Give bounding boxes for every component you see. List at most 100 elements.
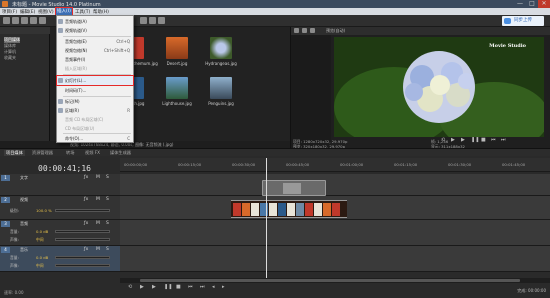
- menu-item-audio-envelope[interactable]: 音频包络(E) Ctrl+Q: [57, 37, 133, 46]
- close-button[interactable]: ✕: [538, 0, 550, 8]
- track-volume-slider[interactable]: [55, 230, 110, 233]
- track-mute-button[interactable]: M: [96, 175, 100, 180]
- thumbnail-image[interactable]: [166, 77, 188, 99]
- loop-icon[interactable]: ⟲: [128, 284, 132, 290]
- timeline-scrollbar[interactable]: [120, 278, 550, 283]
- menu-item-audio-cd-region[interactable]: 音频 CD 布局区域(C): [57, 115, 133, 124]
- track-solo-button[interactable]: S: [106, 175, 109, 180]
- menu-item-video-track[interactable]: 视频轨道(V): [57, 26, 133, 35]
- title-bar: 未标题 - Movie Studio 14.0 Platinum — □ ✕: [0, 0, 550, 8]
- cut-icon[interactable]: [149, 17, 156, 24]
- undo-icon[interactable]: [39, 17, 46, 24]
- stop-icon[interactable]: ■: [176, 284, 181, 290]
- track-name[interactable]: 音频: [20, 221, 28, 227]
- thumbnail-image[interactable]: [210, 77, 232, 99]
- track-header-text[interactable]: 1 文字 ƒx M S: [0, 174, 120, 196]
- copy-icon[interactable]: [158, 17, 165, 24]
- menu-item-command[interactable]: 命令(O)... C: [57, 134, 133, 143]
- track-pan-slider[interactable]: [55, 264, 110, 267]
- menu-item-cd-region[interactable]: CD 布局区域(U): [57, 124, 133, 133]
- track-fx-icon[interactable]: ƒx: [84, 247, 88, 252]
- track-volume-slider[interactable]: [55, 256, 110, 259]
- preview-pause-icon[interactable]: ❚❚: [471, 137, 479, 143]
- thumbnail-image[interactable]: [166, 37, 188, 59]
- open-folder-icon[interactable]: [12, 17, 19, 24]
- track-lane-text[interactable]: [120, 174, 550, 196]
- go-end-icon[interactable]: ⏭: [200, 284, 205, 290]
- preview-next-icon[interactable]: ⏭: [501, 137, 507, 143]
- preview-prev-icon[interactable]: ⏮: [491, 137, 497, 143]
- track-number: 2: [1, 197, 10, 203]
- track-name[interactable]: 文字: [20, 175, 28, 181]
- playhead-cursor[interactable]: [266, 158, 267, 278]
- preview-overlay-icon[interactable]: [310, 28, 315, 33]
- media-status-text: 视频: 1024x768x24, 静态, 0.00s; 图像: 无音频流 (.j…: [0, 141, 290, 148]
- preview-split-icon[interactable]: [302, 28, 307, 33]
- timeline-ruler[interactable]: 00:00:00;00 00:00:15;00 00:00:30;00 00:0…: [120, 158, 550, 172]
- text-clip[interactable]: [262, 180, 326, 196]
- go-start-icon[interactable]: ⏮: [188, 284, 193, 290]
- pan-value: 中间: [36, 263, 44, 268]
- menu-item-label: CD 布局区域(U): [65, 126, 95, 131]
- menu-item-label: 音频包络(E): [65, 39, 87, 44]
- track-name[interactable]: 音乐: [20, 247, 28, 253]
- play-from-start-icon[interactable]: ▶: [140, 284, 144, 290]
- track-solo-button[interactable]: S: [106, 221, 109, 226]
- pause-icon[interactable]: ❚❚: [164, 284, 172, 290]
- track-fx-icon[interactable]: ƒx: [84, 175, 88, 180]
- track-level-label: 级别: 100.0 %: [10, 208, 52, 214]
- slideshow-video-clip[interactable]: [231, 200, 347, 218]
- new-project-icon[interactable]: [3, 17, 10, 24]
- render-icon[interactable]: [30, 17, 37, 24]
- redo-icon[interactable]: [140, 17, 147, 24]
- cloud-sync-button[interactable]: 同步上传: [502, 16, 544, 26]
- minimize-button[interactable]: —: [514, 0, 526, 8]
- menu-item-label: 插入区域(R): [65, 66, 87, 71]
- thumbnail-image[interactable]: [210, 37, 232, 59]
- track-level-slider[interactable]: [55, 209, 110, 212]
- track-fx-icon[interactable]: ƒx: [84, 221, 88, 226]
- next-frame-icon[interactable]: ▸: [222, 284, 225, 290]
- preview-settings-icon[interactable]: [294, 28, 299, 33]
- track-pan-label: 声像: 中间: [10, 237, 44, 243]
- menu-item-audio-event[interactable]: 音频事件(I): [57, 55, 133, 64]
- clip-frame: [287, 203, 295, 216]
- menu-item-video-envelope[interactable]: 视频包络(N) Ctrl+Shift+Q: [57, 46, 133, 55]
- track-header-audio[interactable]: 3 音频 ƒx M S 音量: 0.0 dB 声像: 中间: [0, 220, 120, 246]
- track-solo-button[interactable]: S: [106, 247, 109, 252]
- maximize-button[interactable]: □: [526, 0, 538, 8]
- clip-frame: [296, 203, 304, 216]
- scrollbar-thumb[interactable]: [140, 279, 520, 282]
- track-mute-button[interactable]: M: [96, 221, 100, 226]
- thumbnail-label: Hydrangeas.jpg: [205, 61, 237, 66]
- menu-item-audio-track[interactable]: 音频轨道(A): [57, 17, 133, 26]
- menu-item-region[interactable]: 区域(R) R: [57, 106, 133, 115]
- menu-item-insert-region[interactable]: 插入区域(R): [57, 64, 133, 73]
- track-pan-slider[interactable]: [55, 238, 110, 241]
- preview-quality-select[interactable]: 预览(自动): [326, 28, 345, 34]
- video-track-icon: [58, 28, 63, 33]
- track-solo-button[interactable]: S: [106, 197, 109, 202]
- menu-item-label: 音频 CD 布局区域(C): [65, 117, 104, 122]
- track-name[interactable]: 视频: [20, 197, 28, 203]
- save-icon[interactable]: [21, 17, 28, 24]
- track-fx-icon[interactable]: ƒx: [84, 197, 88, 202]
- menu-item-timecode[interactable]: 时间码(T)...: [57, 86, 133, 95]
- track-header-music[interactable]: 4 音乐 ƒx M S 音量: 0.0 dB 声像: 中间: [0, 246, 120, 272]
- play-icon[interactable]: ▶: [152, 284, 156, 290]
- prev-frame-icon[interactable]: ◂: [212, 284, 215, 290]
- sub-label: 声像:: [10, 263, 19, 268]
- menu-item-marker[interactable]: 标记(M): [57, 97, 133, 106]
- preview-stop-icon[interactable]: ■: [481, 137, 487, 143]
- tree-item-favorites[interactable]: 收藏夹: [4, 55, 16, 61]
- marker-icon: [58, 99, 63, 104]
- thumbnail-label: Desert.jpg: [166, 61, 188, 66]
- track-header-video[interactable]: 2 视频 ƒx M S 级别: 100.0 %: [0, 196, 120, 220]
- menu-insert[interactable]: 插入(I): [55, 7, 73, 16]
- menu-item-shortcut: R: [127, 108, 130, 113]
- track-mute-button[interactable]: M: [96, 247, 100, 252]
- track-lane-audio[interactable]: [120, 220, 550, 246]
- menu-item-slideshow[interactable]: 幻灯片(L)...: [56, 75, 134, 86]
- track-lane-music[interactable]: [120, 246, 550, 272]
- track-mute-button[interactable]: M: [96, 197, 100, 202]
